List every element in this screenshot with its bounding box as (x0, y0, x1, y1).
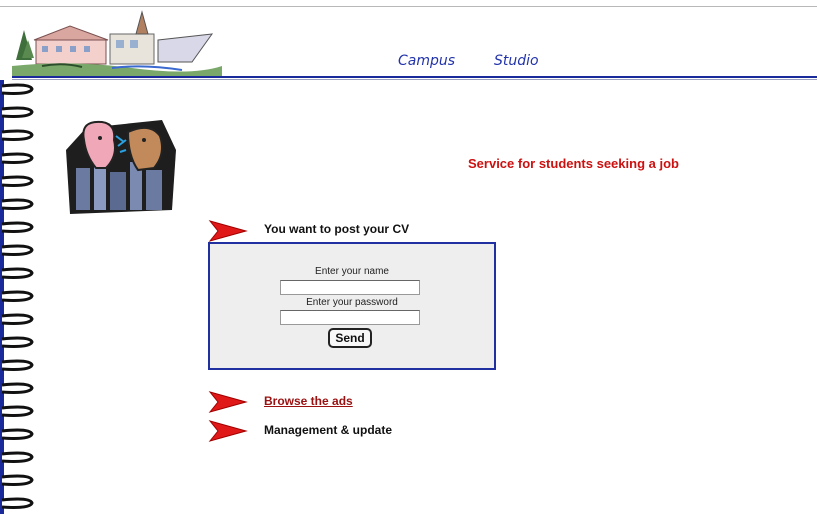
spiral-binding (1, 83, 34, 509)
spiral-coil (1, 175, 34, 187)
spiral-coil (1, 198, 34, 210)
page-title: Service for students seeking a job (468, 156, 679, 171)
header-divider (12, 76, 817, 78)
login-form: Enter your name Enter your password Send (208, 242, 496, 370)
spiral-coil (1, 451, 34, 463)
spiral-coil (1, 152, 34, 164)
nav-campus-link[interactable]: Campus (398, 53, 455, 69)
password-input[interactable] (280, 310, 420, 325)
campus-logo (12, 10, 222, 76)
spiral-coil (1, 129, 34, 141)
post-cv-heading: You want to post your CV (264, 222, 410, 236)
spiral-coil (1, 359, 34, 371)
spiral-coil (1, 83, 34, 95)
header-divider-shadow (12, 79, 817, 80)
nav-studio-link[interactable]: Studio (494, 53, 539, 69)
spiral-coil (1, 405, 34, 417)
spiral-coil (1, 336, 34, 348)
spiral-coil (1, 290, 34, 302)
send-button[interactable]: Send (328, 328, 372, 348)
spiral-coil (1, 106, 34, 118)
two-faces-city-clipart (66, 120, 176, 214)
spiral-coil (1, 244, 34, 256)
password-field-label: Enter your password (306, 297, 398, 308)
name-input[interactable] (280, 280, 420, 295)
browse-ads-link[interactable]: Browse the ads (264, 394, 353, 408)
top-divider (0, 6, 817, 7)
red-arrow-icon (208, 391, 248, 413)
spiral-coil (1, 221, 34, 233)
spiral-coil (1, 382, 34, 394)
management-update-link[interactable]: Management & update (264, 423, 392, 437)
spiral-coil (1, 267, 34, 279)
spiral-coil (1, 428, 34, 440)
name-field-label: Enter your name (315, 266, 389, 277)
red-arrow-icon (208, 420, 248, 442)
red-arrow-icon (208, 220, 248, 242)
spiral-coil (1, 313, 34, 325)
spiral-coil (1, 474, 34, 486)
spiral-coil (1, 497, 34, 509)
